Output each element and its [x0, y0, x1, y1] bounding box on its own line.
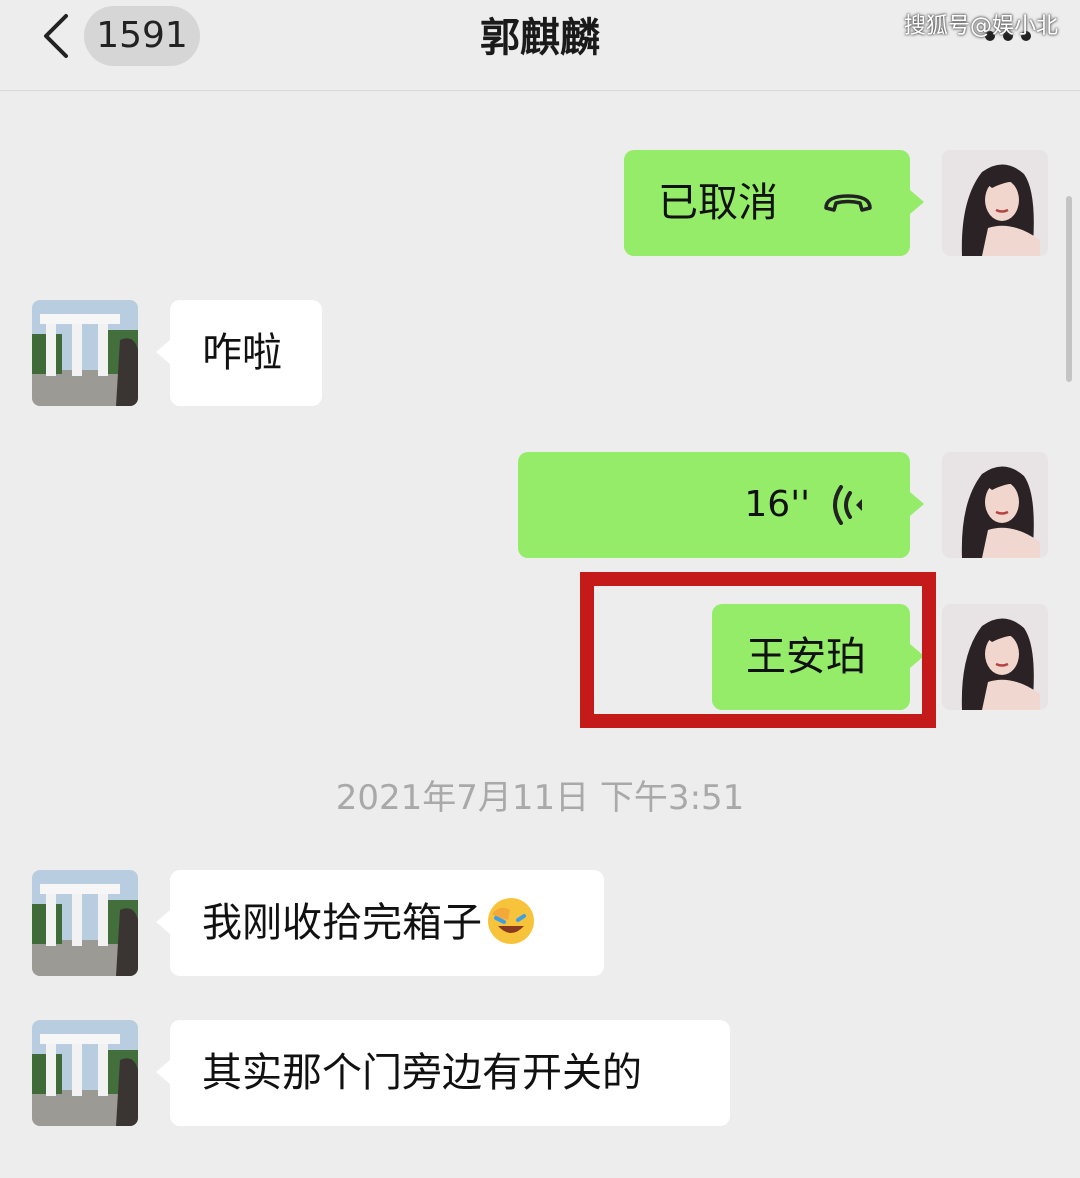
voice-duration: 16'': [744, 484, 810, 525]
message-text: 我刚收拾完箱子: [202, 900, 482, 946]
facepalm-emoji-icon: [488, 898, 534, 944]
my-avatar[interactable]: [942, 452, 1048, 558]
message-bubble-text[interactable]: 我刚收拾完箱子: [156, 870, 604, 976]
message-text: 其实那个门旁边有开关的: [202, 1050, 642, 1096]
phone-hangup-icon: [824, 194, 872, 212]
message-bubble-text[interactable]: 咋啦: [156, 300, 322, 406]
message-text: 已取消: [658, 180, 778, 226]
back-chevron-icon[interactable]: [38, 12, 78, 60]
chat-header: 1591 郭麒麟 搜狐号@娱小北: [0, 0, 1080, 91]
contact-avatar[interactable]: [32, 870, 138, 976]
message-bubble-text[interactable]: 其实那个门旁边有开关的: [156, 1020, 730, 1126]
watermark: 搜狐号@娱小北: [904, 14, 1059, 39]
contact-avatar[interactable]: [32, 300, 138, 406]
highlight-box: [580, 572, 936, 728]
message-text: 咋啦: [202, 330, 282, 376]
my-avatar[interactable]: [942, 150, 1048, 256]
message-bubble-voice[interactable]: 16'': [518, 452, 924, 558]
voice-wave-icon: [833, 485, 862, 525]
unread-count-badge[interactable]: 1591: [84, 6, 200, 66]
contact-avatar[interactable]: [32, 1020, 138, 1126]
chat-title: 郭麒麟: [480, 15, 600, 61]
my-avatar[interactable]: [942, 604, 1048, 710]
scrollbar[interactable]: [1066, 196, 1072, 382]
message-timestamp: 2021年7月11日 下午3:51: [335, 778, 745, 818]
message-bubble-call[interactable]: 已取消: [624, 150, 924, 256]
